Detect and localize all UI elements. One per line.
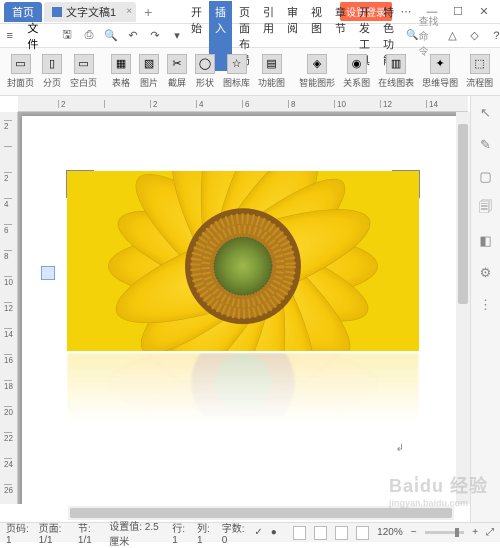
qat-print-icon[interactable]: ⎙ — [81, 28, 97, 44]
qat-redo-icon[interactable]: ↷ — [147, 28, 163, 44]
search-placeholder: 查找命令… — [418, 13, 438, 58]
ribbon-流程图[interactable]: ⬚ 流程图 — [463, 54, 496, 89]
sidepanel-select-icon[interactable]: ↖ — [477, 104, 495, 122]
image-reflection — [67, 353, 419, 423]
zoom-slider[interactable] — [425, 531, 465, 534]
ribbon-label: 功能图 — [258, 76, 285, 89]
status-bar: 页码: 1 页面: 1/1 节: 1/1 设置值: 2.5厘米 行: 1 列: … — [0, 522, 500, 542]
zoom-in-button[interactable]: + — [472, 527, 478, 538]
qat-preview-icon[interactable]: 🔍 — [103, 28, 119, 44]
vertical-scroll-thumb[interactable] — [458, 124, 468, 304]
file-menu[interactable]: 文件 — [17, 18, 53, 54]
sidepanel-shape-icon[interactable]: ▢ — [477, 168, 495, 186]
ribbon-icon: ▯ — [42, 54, 62, 74]
sidepanel-more-icon[interactable]: ⋮ — [477, 296, 495, 314]
search-icon: 🔍 — [406, 30, 418, 41]
page[interactable]: ↲ — [22, 116, 464, 504]
ribbon-icon: ▥ — [386, 54, 406, 74]
ribbon-label: 关系图 — [343, 76, 370, 89]
ribbon-智能图形[interactable]: ◈ 智能图形 — [296, 54, 338, 89]
ribbon-icon: ◉ — [347, 54, 367, 74]
ruler-horizontal[interactable]: 2246810121416 — [18, 96, 468, 112]
sidepanel-nav-icon[interactable]: ◧ — [477, 232, 495, 250]
ribbon-表格[interactable]: ▦ 表格 — [108, 54, 134, 89]
ribbon-功能图[interactable]: ▤ 功能图 — [255, 54, 288, 89]
menuright-b-icon[interactable]: ◇ — [466, 28, 482, 44]
right-sidebar: ↖ ✎ ▢ 🗐 ◧ ⚙ ⋮ — [470, 96, 500, 522]
ribbon-形状[interactable]: ◯ 形状 — [192, 54, 218, 89]
view-mode-outline[interactable] — [314, 526, 327, 540]
inserted-image[interactable] — [67, 171, 419, 351]
zoom-slider-knob[interactable] — [455, 528, 459, 537]
qat-save-icon[interactable]: 🖫 — [59, 28, 75, 44]
view-mode-web[interactable] — [335, 526, 348, 540]
ribbon-label: 形状 — [196, 76, 214, 89]
ribbon-label: 表格 — [112, 76, 130, 89]
paragraph-mark-icon: ↲ — [396, 443, 404, 454]
sunflower-image — [67, 171, 419, 351]
ribbon-label: 分页 — [43, 76, 61, 89]
ribbon-icon: ⬚ — [470, 54, 490, 74]
document-viewport: ↲ — [18, 112, 468, 504]
doc-icon — [52, 7, 62, 17]
fullscreen-button[interactable]: ⤢ — [486, 527, 494, 538]
ribbon-关系图[interactable]: ◉ 关系图 — [340, 54, 373, 89]
ribbon-icon: ▧ — [139, 54, 159, 74]
app-menu-icon[interactable]: ≡ — [4, 28, 15, 44]
ribbon-思维导图[interactable]: ✦ 思维导图 — [419, 54, 461, 89]
ribbon-icon: ✦ — [430, 54, 450, 74]
ribbon-label: 思维导图 — [422, 76, 458, 89]
tab-document-label: 文字文稿1 — [66, 4, 116, 20]
menu-bar: ≡ 文件 🖫 ⎙ 🔍 ↶ ↷ ▾ 开始插入页面布局引用审阅视图章节开发工具特色功… — [0, 24, 500, 48]
ribbon-截屏[interactable]: ✂ 截屏 — [164, 54, 190, 89]
zoom-out-button[interactable]: − — [411, 527, 417, 538]
ribbon-icon: ▦ — [111, 54, 131, 74]
horizontal-scroll-thumb[interactable] — [70, 508, 452, 518]
command-search[interactable]: 🔍 查找命令… — [406, 13, 438, 58]
ribbon-label: 图片 — [140, 76, 158, 89]
ribbon-label: 截屏 — [168, 76, 186, 89]
ruler-vertical[interactable]: 22468101214161820222426 — [0, 112, 18, 504]
page-content — [67, 171, 419, 423]
ribbon-icon: ◈ — [307, 54, 327, 74]
status-spell-icon[interactable]: ✓ — [254, 527, 262, 538]
ribbon-label: 流程图 — [466, 76, 493, 89]
ribbon-空白页[interactable]: ▭ 空白页 — [67, 54, 100, 89]
ribbon-label: 空白页 — [70, 76, 97, 89]
ribbon-图标库[interactable]: ☆ 图标库 — [220, 54, 253, 89]
sidepanel-settings-icon[interactable]: ⚙ — [477, 264, 495, 282]
status-record-icon[interactable]: ● — [271, 527, 277, 538]
ribbon-icon: ☆ — [227, 54, 247, 74]
ribbon-在线图表[interactable]: ▥ 在线图表 — [375, 54, 417, 89]
ribbon-icon: ✂ — [167, 54, 187, 74]
ribbon-label: 智能图形 — [299, 76, 335, 89]
ribbon: ▭ 封面页 ▯ 分页 ▭ 空白页 ▦ 表格 ▧ 图片 ✂ 截屏 ◯ 形状 ☆ 图标库 ▤ 功能图 ◈ 智能图形 ◉ 关系图… — [0, 48, 500, 96]
tab-close-icon[interactable]: × — [126, 6, 132, 17]
ribbon-图片[interactable]: ▧ 图片 — [136, 54, 162, 89]
ribbon-分页[interactable]: ▯ 分页 — [39, 54, 65, 89]
ribbon-label: 在线图表 — [378, 76, 414, 89]
ribbon-label: 封面页 — [7, 76, 34, 89]
qat-more-icon[interactable]: ▾ — [169, 28, 185, 44]
view-mode-print[interactable] — [293, 526, 306, 540]
vertical-scrollbar[interactable] — [456, 112, 470, 504]
ribbon-label: 图标库 — [223, 76, 250, 89]
window-close[interactable]: ✕ — [472, 2, 496, 22]
ribbon-icon: ▭ — [74, 54, 94, 74]
window-maximize[interactable]: ☐ — [446, 2, 470, 22]
tab-document[interactable]: 文字文稿1 × — [44, 2, 136, 22]
view-mode-read[interactable] — [356, 526, 369, 540]
qat-undo-icon[interactable]: ↶ — [125, 28, 141, 44]
zoom-level[interactable]: 120% — [377, 527, 403, 538]
ribbon-封面页[interactable]: ▭ 封面页 — [4, 54, 37, 89]
ribbon-icon: ▭ — [11, 54, 31, 74]
sidepanel-style-icon[interactable]: ✎ — [477, 136, 495, 154]
ribbon-icon: ◯ — [195, 54, 215, 74]
menuright-a-icon[interactable]: △ — [444, 28, 460, 44]
ribbon-icon: ▤ — [262, 54, 282, 74]
sidepanel-clip-icon[interactable]: 🗐 — [477, 200, 495, 218]
menuright-help-icon[interactable]: ? — [488, 28, 500, 44]
layout-options-icon[interactable] — [41, 266, 55, 280]
status-position[interactable]: 设置值: 2.5厘米 — [109, 518, 164, 548]
